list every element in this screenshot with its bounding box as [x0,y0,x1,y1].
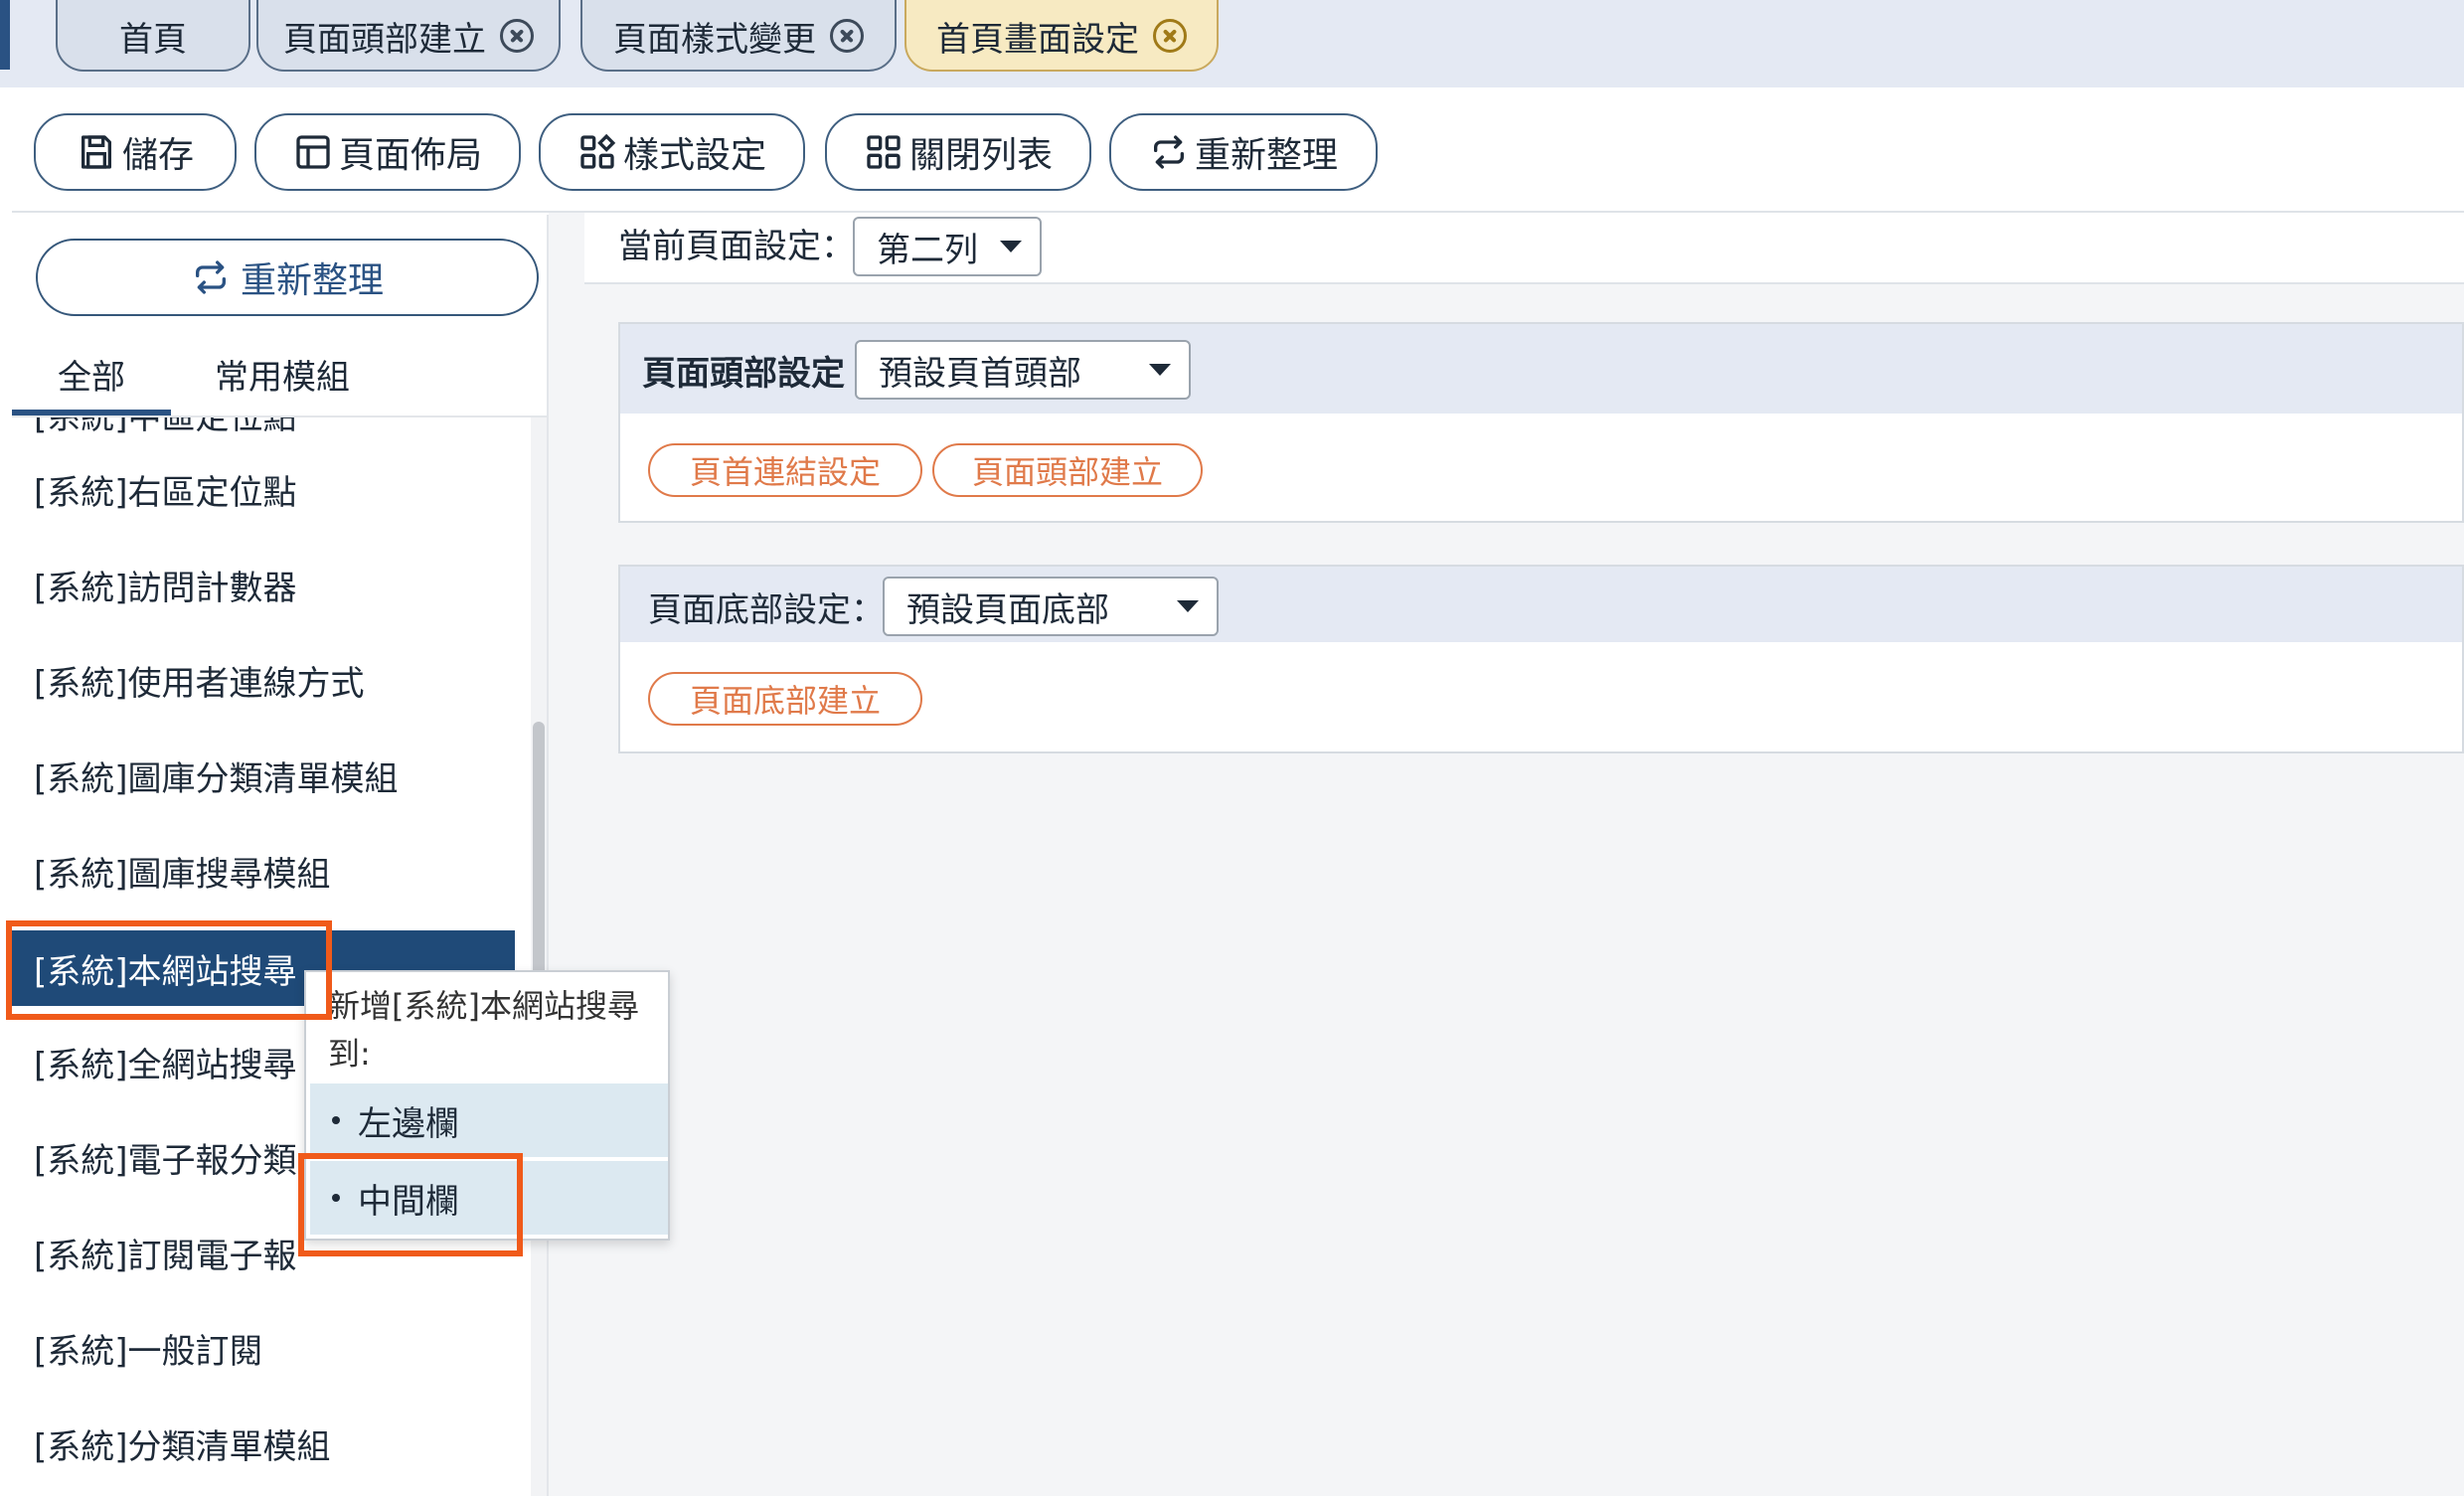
list-item[interactable]: [系統]分類清單模組 [12,1406,515,1481]
header-settings-title: 頁面頭部設定 [642,354,845,394]
footer-settings-title: 頁面底部設定： [648,590,885,630]
widgets-icon [580,133,616,169]
sidebar-divider [12,416,547,417]
option-middle-column[interactable]: 中間欄 [310,1161,668,1235]
refresh-button[interactable]: 重新整理 [1109,113,1378,191]
current-layout-select[interactable]: 第二列 [853,217,1042,276]
tab-label: 首頁畫面設定 [936,19,1139,60]
list-item[interactable]: [系統]圖庫搜尋模組 [12,833,515,909]
close-icon[interactable] [830,19,864,53]
grid-icon [867,135,901,169]
header-link-settings-label: 頁首連結設定 [689,453,881,491]
option-left-column[interactable]: 左邊欄 [310,1083,668,1157]
option-label: 左邊欄 [358,1103,459,1144]
save-button[interactable]: 儲存 [34,113,237,191]
sidebar-refresh-label: 重新整理 [240,260,384,301]
save-icon [81,135,111,169]
save-label: 儲存 [121,135,194,176]
option-label: 中間欄 [358,1181,459,1222]
page-header-create-button[interactable]: 頁面頭部建立 [932,443,1203,497]
tab-home[interactable]: 首頁 [56,0,250,72]
style-settings-label: 樣式設定 [622,135,766,176]
bullet-icon [332,1194,340,1202]
list-item[interactable]: [系統]一般訂閱 [12,1310,515,1386]
chevron-down-icon [1000,241,1022,252]
header-select-value: 預設頁首頭部 [879,353,1081,394]
sidebar-refresh-button[interactable]: 重新整理 [36,239,539,316]
tab-strip-accent [0,0,10,70]
tab-label: 首頁 [119,19,187,60]
close-list-button[interactable]: 關閉列表 [825,113,1091,191]
chevron-down-icon [1149,364,1171,376]
popup-title: 新增[系統]本網站搜尋到: [328,987,639,1073]
tab-label: 頁面樣式變更 [613,19,816,60]
tab-label: 頁面頭部建立 [283,19,486,60]
page-footer-create-button[interactable]: 頁面底部建立 [648,672,922,726]
list-item[interactable]: [系統]使用者連線方式 [12,642,515,718]
current-layout-value: 第二列 [877,230,978,270]
close-icon[interactable] [1153,19,1187,53]
tab-page-style-change[interactable]: 頁面樣式變更 [580,0,897,72]
header-link-settings-button[interactable]: 頁首連結設定 [648,443,922,497]
layout-icon [296,135,330,169]
module-sidebar: 重新整理 全部 常用模組 [系統]中區定位點 [系統]右區定位點 [系統]訪問計… [12,215,549,1496]
tab-page-header-create[interactable]: 頁面頭部建立 [256,0,561,72]
add-module-popup: 新增[系統]本網站搜尋到: 左邊欄 中間欄 [304,970,670,1241]
refresh-icon [1153,135,1184,169]
list-item[interactable]: [系統]圖庫分類清單模組 [12,738,515,813]
style-settings-button[interactable]: 樣式設定 [539,113,805,191]
tab-all[interactable]: 全部 [58,350,125,399]
refresh-label: 重新整理 [1194,135,1338,176]
bullet-icon [332,1116,340,1124]
tab-homepage-settings[interactable]: 首頁畫面設定 [904,0,1219,72]
list-item[interactable]: [系統]右區定位點 [12,451,515,527]
list-item[interactable]: [系統]訪問計數器 [12,547,515,622]
close-icon[interactable] [500,19,534,53]
page-layout-label: 頁面佈局 [338,135,482,176]
chevron-down-icon [1177,600,1199,612]
module-list: [系統]中區定位點 [系統]右區定位點 [系統]訪問計數器 [系統]使用者連線方… [12,417,527,1496]
page-layout-button[interactable]: 頁面佈局 [254,113,521,191]
page-footer-create-label: 頁面底部建立 [689,682,881,720]
page-header-create-label: 頁面頭部建立 [971,453,1163,491]
footer-select[interactable]: 預設頁面底部 [883,577,1219,636]
list-item[interactable]: [系統]中區定位點 [12,417,515,451]
refresh-icon [195,260,226,294]
footer-select-value: 預設頁面底部 [906,589,1109,630]
header-settings-panel: 頁面頭部設定 預設頁首頭部 頁首連結設定 頁面頭部建立 [618,322,2464,523]
footer-settings-panel: 頁面底部設定： 預設頁面底部 頁面底部建立 [618,565,2464,753]
current-layout-label: 當前頁面設定： [618,227,855,266]
close-list-label: 關閉列表 [908,135,1053,176]
header-select[interactable]: 預設頁首頭部 [855,340,1191,400]
tab-common-modules[interactable]: 常用模組 [215,350,350,399]
